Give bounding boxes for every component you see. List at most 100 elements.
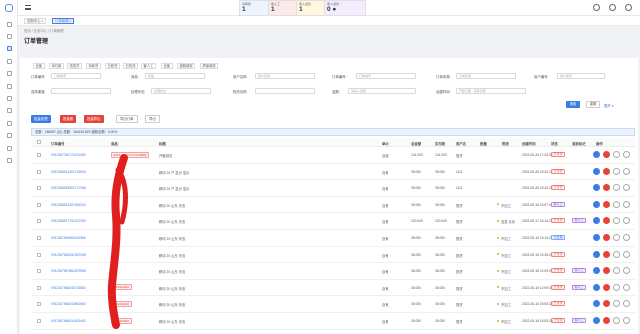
more-icon[interactable] [623,234,630,241]
row-checkbox[interactable] [37,202,41,207]
filter-tab[interactable]: 全部 [161,63,173,69]
sidebar-item-home[interactable] [0,18,18,30]
order-id-input[interactable]: 订单编号 [51,73,101,79]
row-checkbox[interactable] [37,153,41,157]
view-icon[interactable] [613,217,620,225]
user-id-input[interactable]: 用户编号 [557,73,605,79]
more-icon[interactable] [623,267,630,275]
row-checkbox[interactable] [37,252,41,257]
delete-icon[interactable] [603,300,610,308]
table-row[interactable]: 0912367566243962660 C24444232 移动 20 山东 青岛 自… [31,296,635,313]
table-row[interactable]: 0912368512321945224 移动 20 山东 青岛 自有 35.000 35… [31,197,635,214]
sidebar-item-11[interactable] [0,142,18,154]
more-icon[interactable] [623,217,630,225]
more-icon[interactable] [623,250,630,258]
process-status-input[interactable]: 处理状态 [151,88,211,94]
edit-icon[interactable] [593,234,600,241]
edit-icon[interactable] [593,267,600,275]
order-id[interactable]: 0912368514401715094 [51,170,86,174]
table-row[interactable]: 0912367662531087056 移动 20 山东 青岛 自有 35.000 35… [31,247,635,264]
delete-icon[interactable] [603,250,610,258]
tag-control-center[interactable]: 控制中心 × [24,18,47,24]
filter-tab[interactable]: 待发货 [67,63,82,69]
edit-icon[interactable] [593,167,600,175]
tag-order-management[interactable]: 订单管理 × [52,18,75,24]
table-row[interactable]: 0912368515901717056 移动 20 户 显示 显示 自有 35.000… [31,180,635,197]
table-row[interactable]: 0912367560660244566 移动 20 山东 青岛 自有 35.000 35… [31,230,635,247]
order-id[interactable]: 0912367566243962660 [51,302,86,306]
menu-toggle-icon[interactable] [25,5,31,10]
sidebar-item-orders[interactable] [0,43,18,55]
product-input[interactable]: 商品 [145,73,205,79]
order-id[interactable]: 0912367760770221550 [51,153,86,157]
table-row[interactable]: 0912367566244002462 C24444232 移动 20 山东 青岛 自… [31,313,635,330]
table-row[interactable]: 0912368571751372250 移动 20 山东 青岛 自有 100.000 1… [31,213,635,230]
table-row[interactable]: 0912367567861879956 移动 20 山东 青岛 自有 35.000 35… [31,263,635,280]
stat-card-refund-2[interactable]: 客人退款 0 ● [324,0,366,16]
filter-tab[interactable]: 已完成 [123,63,138,69]
logistics-select[interactable] [255,88,315,94]
view-icon[interactable] [613,151,620,158]
sidebar-item-2[interactable] [0,30,18,42]
filter-tab[interactable]: 全部 [33,63,45,69]
filter-tab[interactable]: 退款维权 [177,63,196,69]
view-icon[interactable] [613,267,620,275]
more-icon[interactable] [623,200,630,208]
more-icon[interactable] [623,283,630,291]
table-row[interactable]: 0912368514401715094 移动 20 户 显示 显示 自有 35.000… [31,164,635,181]
edit-icon[interactable] [593,283,600,291]
select-all-checkbox[interactable] [37,140,41,144]
more-icon[interactable] [623,167,630,175]
row-checkbox[interactable] [37,319,41,323]
delete-icon[interactable] [603,283,610,291]
edit-icon[interactable] [593,217,600,225]
channel-select[interactable] [51,88,111,94]
row-checkbox[interactable] [37,302,41,307]
delete-icon[interactable] [603,167,610,175]
more-icon[interactable] [623,300,630,308]
more-icon[interactable] [623,317,630,324]
row-checkbox[interactable] [37,186,41,191]
delete-icon[interactable] [603,317,610,324]
order-source-input[interactable]: 订单来源 [456,73,516,79]
refresh-icon[interactable] [609,4,616,11]
order-id[interactable]: 0912368512321945224 [51,203,86,207]
filter-tab[interactable]: 待收货 [86,63,101,69]
table-row[interactable]: 0912367566240733852 C24444232 移动 20 山东 青岛 自… [31,280,635,297]
notification-icon[interactable] [593,4,600,11]
order-no-input[interactable]: 订单编号 [356,73,416,79]
edit-icon[interactable] [593,317,600,324]
expand-link[interactable]: 展开 ▾ [604,103,613,108]
edit-icon[interactable] [593,300,600,308]
search-button[interactable]: 搜索 [566,101,580,108]
row-checkbox[interactable] [37,269,41,274]
view-icon[interactable] [613,234,620,241]
order-id[interactable]: 0912368571751372250 [51,219,86,223]
sidebar-item-9[interactable] [0,117,18,129]
sidebar-item-5[interactable] [0,68,18,80]
more-icon[interactable] [623,151,630,158]
edit-icon[interactable] [593,184,600,192]
delete-icon[interactable] [603,200,610,208]
sidebar-item-6[interactable] [0,80,18,92]
view-icon[interactable] [613,167,620,175]
filter-tab[interactable]: 质量维权 [200,63,219,69]
batch-process-button[interactable]: 批量处理 [31,115,51,123]
order-id[interactable]: 0912367566244002462 [51,319,86,323]
reset-button[interactable]: 重置 [586,101,600,108]
batch-delete-button[interactable]: 批量删 [60,115,77,123]
more-icon[interactable] [623,184,630,192]
order-id[interactable]: 0912367567861879956 [51,269,86,273]
export-orders-button[interactable]: 导出订单 [116,115,138,123]
batch-export-button[interactable]: 批量导出 [84,115,104,123]
edit-icon[interactable] [593,151,600,158]
export-button[interactable]: 导出 [145,115,160,123]
delete-icon[interactable] [603,234,610,241]
sidebar-item-4[interactable] [0,55,18,67]
row-checkbox[interactable] [37,236,41,240]
sidebar-item-10[interactable] [0,130,18,142]
date-range-input[interactable]: 开始日期 - 结束日期 [456,88,526,94]
delete-icon[interactable] [603,217,610,225]
filter-tab[interactable]: 已收货 [105,63,120,69]
username-input[interactable]: 用户名称 [255,73,315,79]
